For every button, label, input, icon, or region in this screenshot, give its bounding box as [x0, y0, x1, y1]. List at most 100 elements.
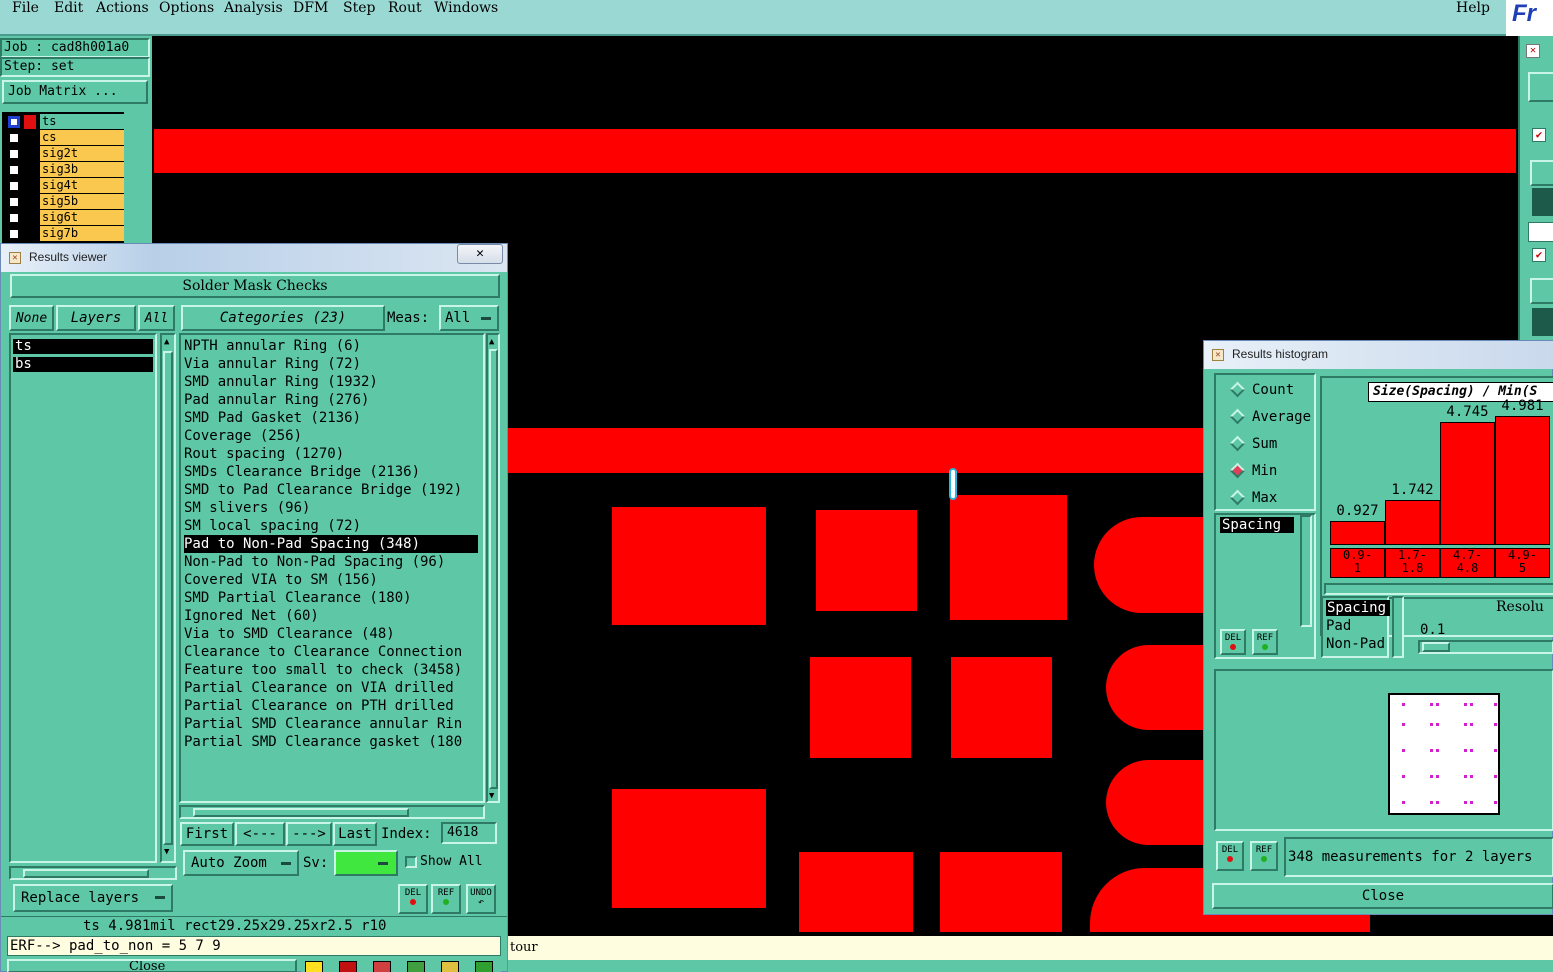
radio-max[interactable]: Max [1226, 487, 1277, 509]
radio-average[interactable]: Average [1226, 406, 1311, 428]
menu-rout[interactable]: Rout [388, 0, 422, 16]
layer-checkbox[interactable] [8, 164, 20, 176]
tool-icon[interactable] [1532, 188, 1553, 216]
close-button[interactable]: Close [1212, 883, 1553, 909]
layer-row-sig4t[interactable]: sig4t [8, 178, 124, 194]
tool-icon[interactable] [475, 961, 493, 972]
tool-icon[interactable] [441, 961, 459, 972]
layer-row-sig6t[interactable]: sig6t [8, 210, 124, 226]
layers-button[interactable]: Layers [56, 305, 136, 331]
map-thumbnail[interactable] [1388, 693, 1500, 815]
severity-dropdown[interactable] [334, 850, 398, 876]
results-viewer-titlebar[interactable]: ✕ Results viewer ✕ [1, 244, 507, 272]
side-file-button[interactable] [1528, 72, 1553, 102]
layer-checkbox[interactable] [8, 228, 20, 240]
histogram-bar[interactable] [1440, 422, 1495, 545]
category-item[interactable]: Via to SMD Clearance (48) [184, 625, 478, 643]
histogram-titlebar[interactable]: ✕ Results histogram [1204, 341, 1553, 369]
close-icon[interactable]: ✕ [457, 244, 503, 264]
delete-button[interactable]: DEL [1216, 841, 1244, 871]
radio-min[interactable]: Min [1226, 460, 1277, 482]
check-icon[interactable]: ✔ [1532, 248, 1546, 262]
category-item[interactable]: SMD Pad Gasket (2136) [184, 409, 478, 427]
category-item[interactable]: Covered VIA to SM (156) [184, 571, 478, 589]
slider-thumb[interactable] [1422, 642, 1450, 652]
chart-hscrollbar[interactable] [1324, 583, 1553, 595]
delete-button[interactable]: DEL [1220, 629, 1246, 655]
scroll-down-icon[interactable]: ▼ [489, 791, 494, 801]
layer-list-hscrollbar[interactable] [9, 866, 177, 880]
category-item[interactable]: SMD annular Ring (1932) [184, 373, 478, 391]
category-item[interactable]: Partial SMD Clearance gasket (180 [184, 733, 478, 751]
category-item[interactable]: Partial Clearance on PTH drilled [184, 697, 478, 715]
list-item[interactable]: Pad [1326, 618, 1351, 634]
menu-actions[interactable]: Actions [96, 0, 149, 16]
radio-count[interactable]: Count [1226, 379, 1294, 401]
job-matrix-button[interactable]: Job Matrix ... [2, 80, 148, 104]
category-item[interactable]: Ignored Net (60) [184, 607, 478, 625]
categories-button[interactable]: Categories (23) [181, 305, 385, 331]
category-item[interactable]: SMD to Pad Clearance Bridge (192) [184, 481, 478, 499]
scroll-up-icon[interactable]: ▲ [489, 337, 494, 347]
meas-dropdown[interactable]: All [439, 305, 499, 331]
show-all-checkbox[interactable] [405, 856, 417, 868]
category-item[interactable]: Coverage (256) [184, 427, 478, 445]
refresh-button[interactable]: REF [1250, 841, 1278, 871]
index-field[interactable]: 4618 [441, 822, 497, 844]
layer-row-ts[interactable]: ts [8, 114, 124, 130]
check-icon[interactable]: ✔ [1532, 128, 1546, 142]
category-item[interactable]: Partial Clearance on VIA drilled [184, 679, 478, 697]
category-item[interactable]: NPTH annular Ring (6) [184, 337, 478, 355]
type-list[interactable]: Spacing Pad Non-Pad [1321, 596, 1390, 658]
side-p-button[interactable] [1530, 160, 1553, 186]
layer-checkbox[interactable] [8, 132, 20, 144]
layer-checkbox[interactable] [8, 148, 20, 160]
scroll-thumb[interactable] [23, 869, 149, 878]
list-item[interactable]: Spacing [1220, 517, 1294, 533]
type-list-scrollbar[interactable] [1392, 596, 1404, 658]
scroll-up-icon[interactable]: ▲ [164, 337, 169, 347]
layer-row-sig7b[interactable]: sig7b [8, 226, 124, 242]
measure-list-scrollbar[interactable] [1300, 515, 1312, 627]
tool-icon[interactable] [407, 961, 425, 972]
tool-icon[interactable] [1532, 308, 1553, 336]
close-button[interactable]: Close [7, 959, 297, 972]
replace-layers-dropdown[interactable]: Replace layers [13, 884, 173, 912]
category-item[interactable]: Pad to Non-Pad Spacing (348) [184, 535, 478, 553]
delete-button[interactable]: DEL [398, 884, 428, 914]
refresh-button[interactable]: REF [431, 884, 461, 914]
next-button[interactable]: ---> [286, 822, 332, 846]
list-item[interactable]: ts [13, 339, 153, 354]
all-button[interactable]: All [138, 305, 175, 331]
histogram-chart[interactable]: Size(Spacing) / Min(S 0.927 0.9- 1 1.742 1.7… [1320, 376, 1553, 606]
tool-icon[interactable] [339, 961, 357, 972]
category-item[interactable]: Feature too small to check (3458) [184, 661, 478, 679]
category-item[interactable]: SM slivers (96) [184, 499, 478, 517]
menu-analysis[interactable]: Analysis [224, 0, 283, 16]
category-vscrollbar[interactable]: ▲ ▼ [486, 333, 500, 803]
layer-row-sig2t[interactable]: sig2t [8, 146, 124, 162]
list-item[interactable]: Spacing [1326, 600, 1390, 616]
histogram-bar[interactable] [1385, 500, 1440, 545]
none-button[interactable]: None [9, 305, 54, 331]
histogram-bar[interactable] [1330, 521, 1385, 545]
resolution-slider[interactable] [1418, 640, 1553, 654]
layer-checkbox[interactable] [8, 116, 20, 128]
undo-button[interactable]: UNDO ↶ [466, 884, 496, 914]
menu-edit[interactable]: Edit [54, 0, 83, 16]
layer-list-vscrollbar[interactable]: ▲ ▼ [160, 333, 176, 863]
close-icon[interactable]: ✕ [1526, 44, 1540, 58]
tool-icon[interactable] [373, 961, 391, 972]
layer-checkbox[interactable] [8, 180, 20, 192]
menu-help[interactable]: Help [1456, 0, 1490, 16]
auto-zoom-dropdown[interactable]: Auto Zoom [183, 850, 299, 876]
category-item[interactable]: Non-Pad to Non-Pad Spacing (96) [184, 553, 478, 571]
menu-file[interactable]: File [12, 0, 39, 16]
scroll-thumb[interactable] [163, 351, 173, 845]
menu-windows[interactable]: Windows [434, 0, 498, 16]
scroll-thumb[interactable] [193, 808, 409, 817]
layer-checkbox[interactable] [8, 196, 20, 208]
scroll-thumb[interactable] [489, 349, 498, 789]
menu-step[interactable]: Step [343, 0, 375, 16]
first-button[interactable]: First [180, 822, 234, 846]
